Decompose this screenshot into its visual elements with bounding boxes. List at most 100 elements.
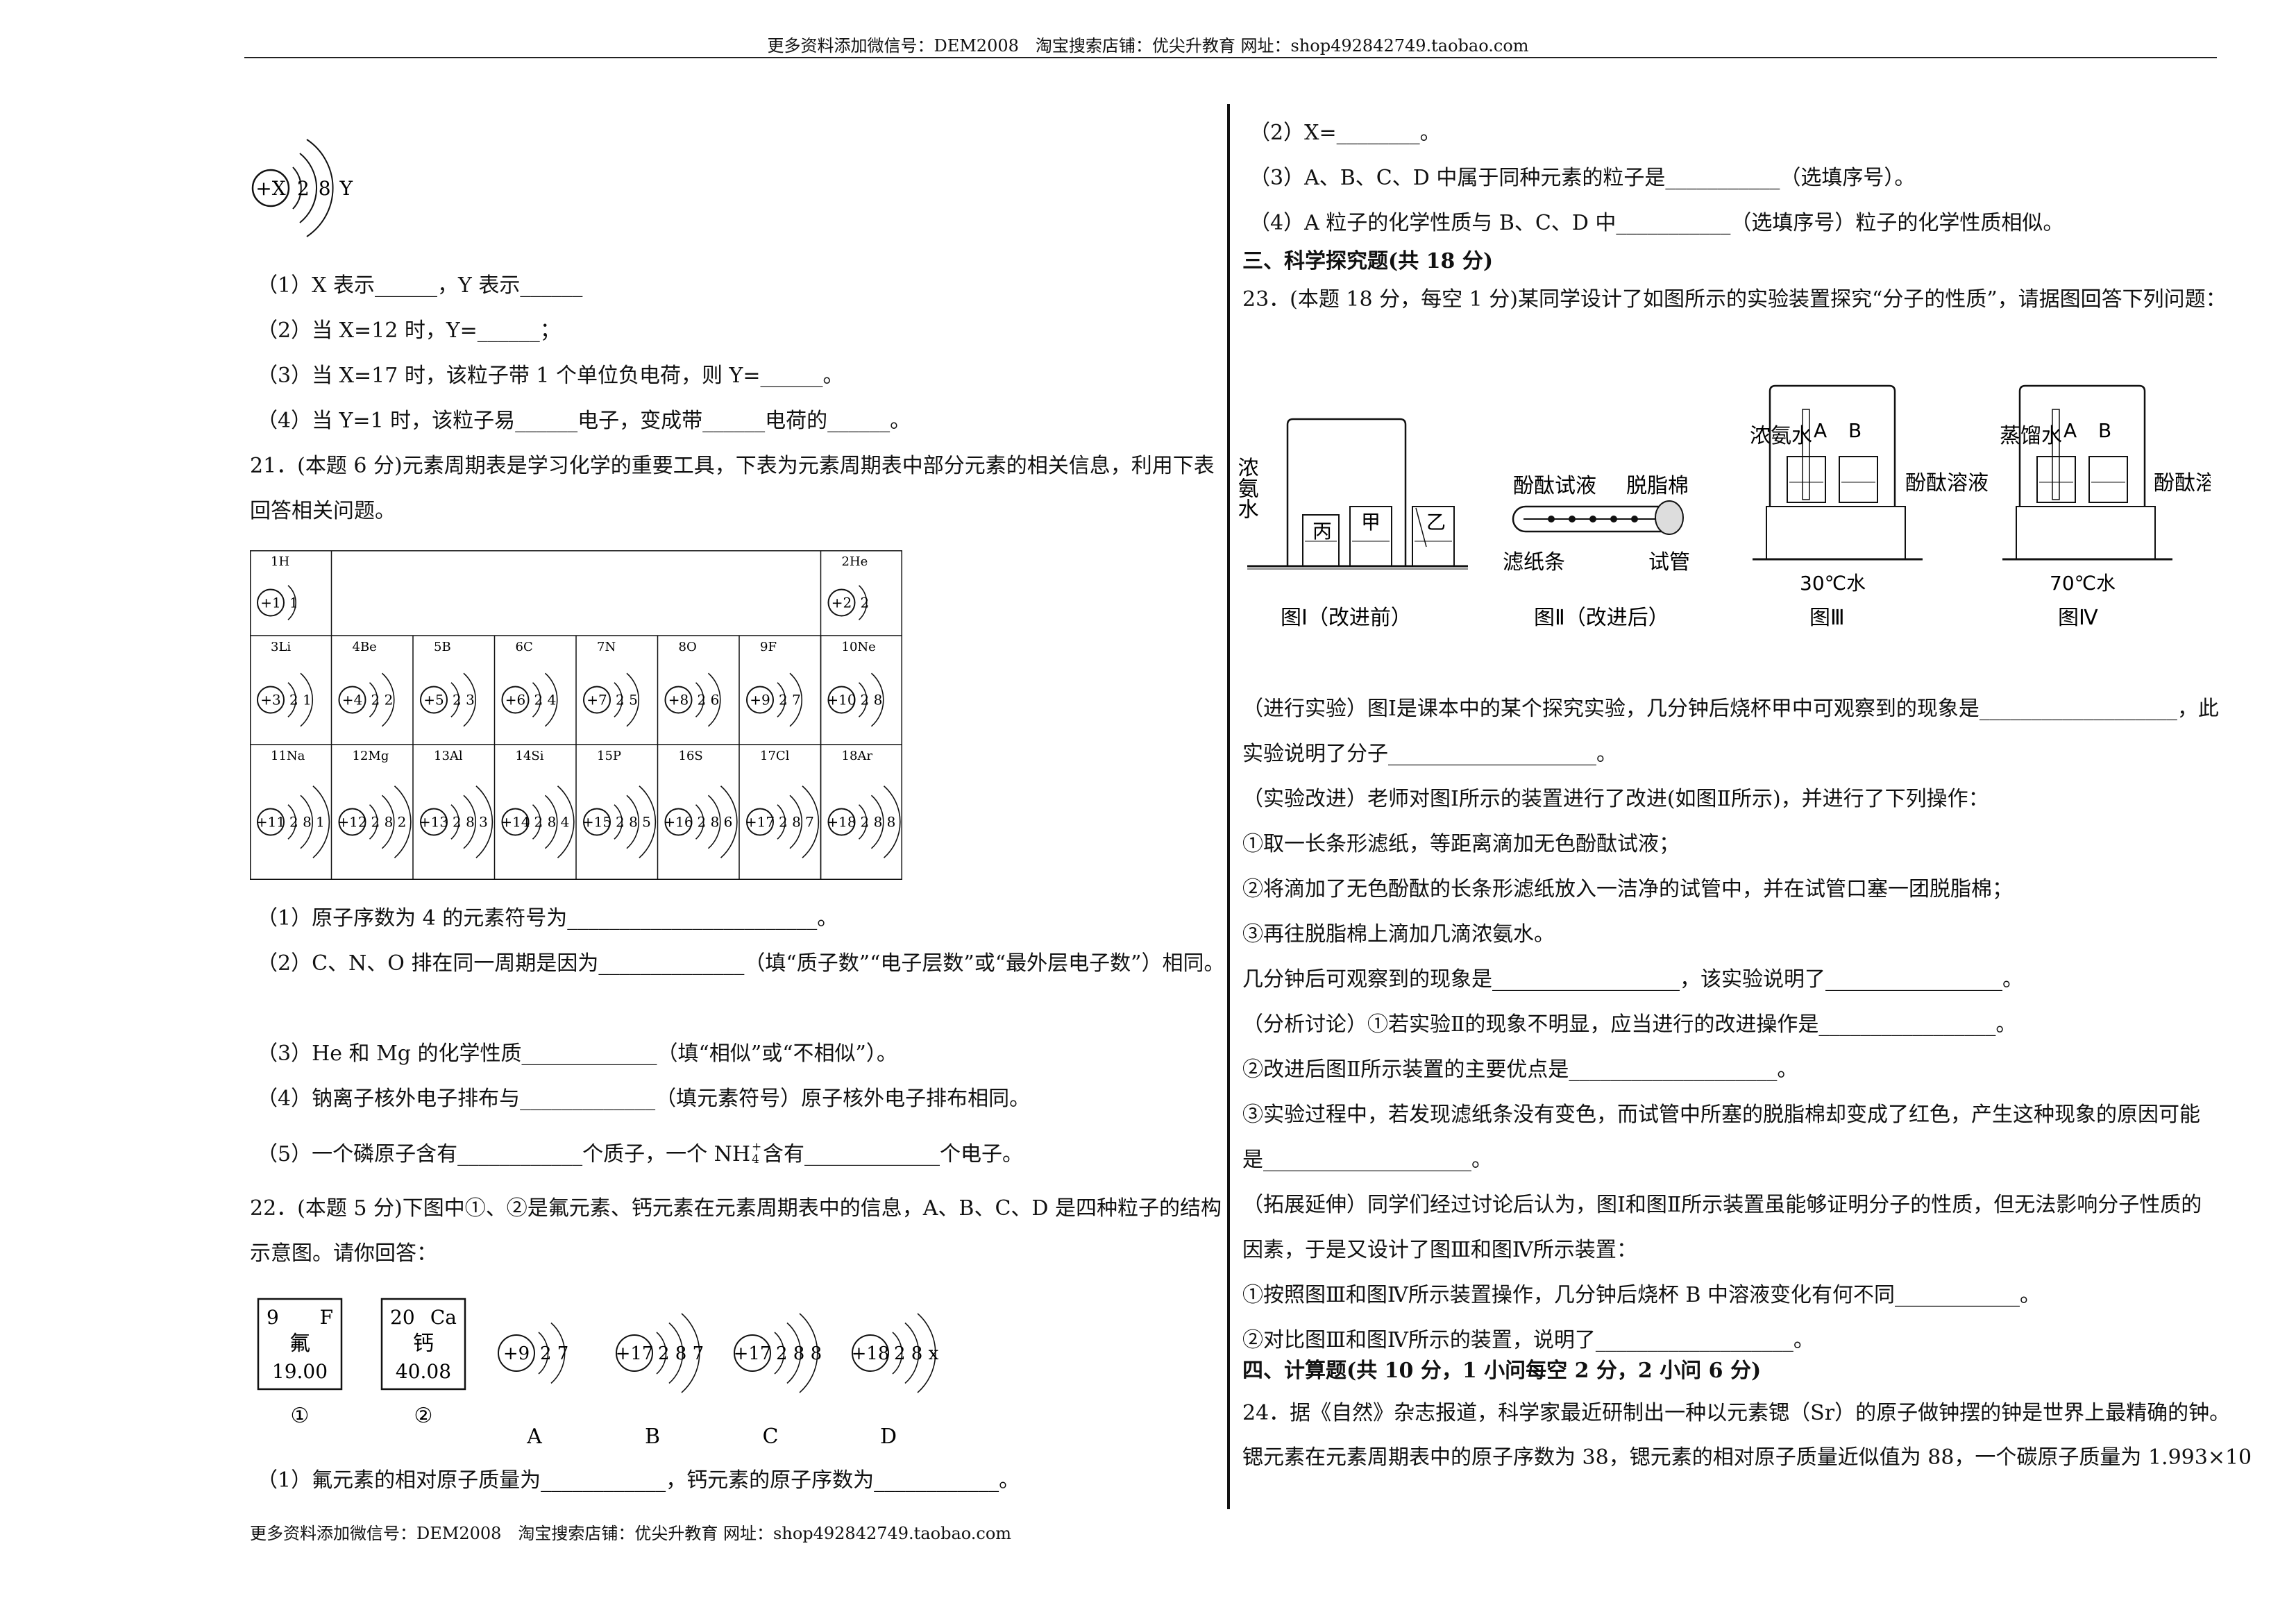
- particle-D: +18 2 8 x: [852, 1313, 939, 1393]
- q22-answer-3: （3）A、B、C、D 中属于同种元素的粒子是___________（选填序号）。: [1249, 166, 1916, 190]
- cell-row3-5-label: 16S: [679, 749, 703, 763]
- svg-text:B: B: [1848, 419, 1862, 442]
- nucleus-charge: +8: [668, 692, 689, 708]
- cell-row3-2-atom: +13 2 8 3: [419, 785, 493, 858]
- q24-line-2: 锶元素在元素周期表中的原子序数为 38，锶元素的相对原子质量近似值为 88，一个…: [1242, 1445, 2252, 1470]
- q23-line-6: ③再往脱脂棉上滴加几滴浓氨水。: [1242, 922, 1555, 946]
- svg-text:19.00: 19.00: [272, 1360, 328, 1383]
- svg-text:图Ⅲ: 图Ⅲ: [1809, 606, 1845, 630]
- svg-text:Ca: Ca: [430, 1306, 457, 1329]
- cell-row3-4-label: 15P: [597, 749, 621, 763]
- cell-row3-1-atom: +12 2 8 2: [337, 785, 412, 858]
- cell-row3-2-label: 13Al: [434, 749, 463, 763]
- q21-intro-1: 21．(本题 6 分)元素周期表是学习化学的重要工具，下表为元素周期表中部分元素…: [250, 454, 1215, 478]
- shell-electrons: 2 7: [779, 692, 801, 708]
- q21-answer-4: （4）钠离子核外电子排布与_____________（填元素符号）原子核外电子排…: [257, 1087, 1031, 1111]
- q22-answer-4: （4）A 粒子的化学性质与 B、C、D 中___________（选填序号）粒子…: [1249, 211, 2064, 235]
- atom-diagram-x: +X 2 8 Y: [251, 139, 353, 237]
- cell-row2-7-label: 10Ne: [842, 640, 876, 654]
- nucleus-charge: +2: [832, 595, 852, 611]
- shell-electrons: 2 8 x: [894, 1343, 939, 1364]
- q23-apparatus-figure: 浓氨水 丙 甲 乙 图Ⅰ（改进前） 酚酞试液 脱脂棉 滤纸条 试管 图Ⅱ（改进后…: [1239, 384, 2211, 630]
- nucleus-charge: +9: [503, 1343, 530, 1364]
- svg-text:+X: +X: [255, 177, 285, 200]
- particle-A: +9 2 7: [498, 1322, 568, 1384]
- svg-text:蒸馏水: 蒸馏水: [2000, 424, 2062, 448]
- svg-text:乙: 乙: [1426, 511, 1446, 534]
- figure-1-before: 浓氨水 丙 甲 乙 图Ⅰ（改进前）: [1239, 418, 1468, 630]
- svg-text:70℃水: 70℃水: [2050, 572, 2116, 595]
- q20-line-1: （1）X 表示______，Y 表示______: [257, 273, 583, 298]
- nucleus-charge: +17: [734, 1343, 772, 1364]
- nucleus-charge: +16: [664, 814, 693, 831]
- cell-row3-6-atom: +17 2 8 7: [745, 785, 820, 858]
- q20-line-4: （4）当 Y=1 时，该粒子易______电子，变成带______电荷的____…: [257, 409, 911, 433]
- cell-row2-3-atom: +6 2 4: [501, 672, 558, 727]
- svg-text:酚酞溶液: 酚酞溶液: [2154, 471, 2211, 495]
- cell-row1-1-label: 2He: [842, 554, 868, 569]
- cell-row1-0-label: 1H: [271, 554, 289, 569]
- q21-intro-2: 回答相关问题。: [250, 499, 396, 523]
- header-rule: [244, 57, 2217, 58]
- nucleus-charge: +3: [260, 692, 280, 708]
- q23-line-10: ③实验过程中，若发现滤纸条没有变色，而试管中所塞的脱脂棉却变成了红色，产生这种现…: [1242, 1103, 2200, 1127]
- cell-row3-1-label: 12Mg: [353, 749, 389, 763]
- q23-intro: 23．(本题 18 分，每空 1 分)某同学设计了如图所示的实验装置探究“分子的…: [1242, 287, 2227, 312]
- q20-line-2: （2）当 X=12 时，Y=______；: [257, 318, 561, 343]
- q24-line-1: 24．据《自然》杂志报道，科学家最近研制出一种以元素锶（Sr）的原子做钟摆的钟是…: [1242, 1401, 2231, 1425]
- particle-C: +17 2 8 8: [734, 1313, 822, 1393]
- nucleus-charge: +18: [852, 1343, 890, 1364]
- cell-row2-7-atom: +10 2 8: [827, 672, 884, 727]
- shell-electrons: 2 8 1: [289, 814, 325, 831]
- shell-electrons: 2 8 7: [658, 1343, 704, 1364]
- nucleus-charge: +11: [256, 814, 285, 831]
- shell-electrons: 2 6: [698, 692, 720, 708]
- cell-row3-6-label: 17Cl: [760, 749, 790, 763]
- svg-text:酚酞试液: 酚酞试液: [1513, 474, 1596, 498]
- q23-line-1: （进行实验）图Ⅰ是课本中的某个探究实验，几分钟后烧杯甲中可观察到的现象是____…: [1242, 697, 2219, 721]
- shell-electrons: 2 8 2: [371, 814, 407, 831]
- svg-text:②: ②: [414, 1404, 433, 1428]
- q23-line-5: ②将滴加了无色酚酞的长条形滤纸放入一洁净的试管中，并在试管口塞一团脱脂棉；: [1242, 877, 2013, 901]
- cell-row2-6-atom: +9 2 7: [746, 672, 802, 727]
- q23-line-2: 实验说明了分子____________________。: [1242, 742, 1617, 766]
- nucleus-charge: +1: [260, 595, 280, 611]
- particle-tag: D: [880, 1425, 897, 1449]
- svg-text:20: 20: [390, 1306, 415, 1329]
- svg-text:①: ①: [291, 1404, 310, 1428]
- nucleus-charge: +9: [750, 692, 770, 708]
- q23-line-14: ①按照图Ⅲ和图Ⅳ所示装置操作，几分钟后烧杯 B 中溶液变化有何不同_______…: [1242, 1283, 2041, 1307]
- shell-electrons: 2 2: [371, 692, 394, 708]
- particle-B: +17 2 8 7: [616, 1313, 704, 1393]
- nucleus-charge: +13: [419, 814, 448, 831]
- svg-text:图Ⅳ: 图Ⅳ: [2058, 606, 2098, 630]
- svg-text:40.08: 40.08: [396, 1360, 451, 1383]
- cell-row3-3-atom: +14 2 8 4: [500, 785, 575, 858]
- shell-electrons: 2 8 4: [534, 814, 570, 831]
- svg-text:A: A: [2063, 419, 2077, 442]
- svg-text:30℃水: 30℃水: [1800, 572, 1866, 595]
- svg-text:试管: 试管: [1648, 550, 1690, 575]
- cell-row3-0-label: 11Na: [271, 749, 305, 763]
- column-divider: [1227, 104, 1230, 1509]
- cell-row2-4-atom: +7 2 5: [583, 672, 639, 727]
- q23-line-8: （分析讨论）①若实验Ⅱ的现象不明显，应当进行的改进操作是____________…: [1242, 1012, 2017, 1037]
- shell-electrons: 2 8 3: [453, 814, 488, 831]
- q21-answer-1: （1）原子序数为 4 的元素符号为_______________________…: [257, 906, 838, 931]
- q23-line-12: （拓展延伸）同学们经过讨论后认为，图Ⅰ和图Ⅱ所示装置虽能够证明分子的性质，但无法…: [1242, 1193, 2202, 1217]
- svg-text:9: 9: [267, 1306, 279, 1329]
- svg-text:图Ⅰ（改进前）: 图Ⅰ（改进前）: [1281, 606, 1412, 630]
- q21-answer-3: （3）He 和 Mg 的化学性质_____________（填“相似”或“不相似…: [257, 1042, 897, 1066]
- q23-line-13: 因素，于是又设计了图Ⅲ和图Ⅳ所示装置：: [1242, 1238, 1637, 1262]
- q23-line-15: ②对比图Ⅲ和图Ⅳ所示的装置，说明了___________________。: [1242, 1328, 1814, 1352]
- svg-text:钙: 钙: [413, 1332, 434, 1356]
- shell-electrons: 2 5: [616, 692, 638, 708]
- cell-row2-3-label: 6C: [516, 640, 533, 654]
- particle-tag: A: [526, 1425, 542, 1449]
- nucleus-charge: +4: [342, 692, 362, 708]
- svg-text:2 8 Y: 2 8 Y: [297, 177, 353, 200]
- periodic-table: 1H +1 1 2He +2 2 3Li +3 2 1 4Be +4 2 2 5B +5 2 3 6C +6 2 …: [250, 550, 902, 880]
- svg-text:酚酞溶液: 酚酞溶液: [1905, 471, 1989, 495]
- cell-row2-1-label: 4Be: [353, 640, 377, 654]
- shell-electrons: 2 8 5: [616, 814, 651, 831]
